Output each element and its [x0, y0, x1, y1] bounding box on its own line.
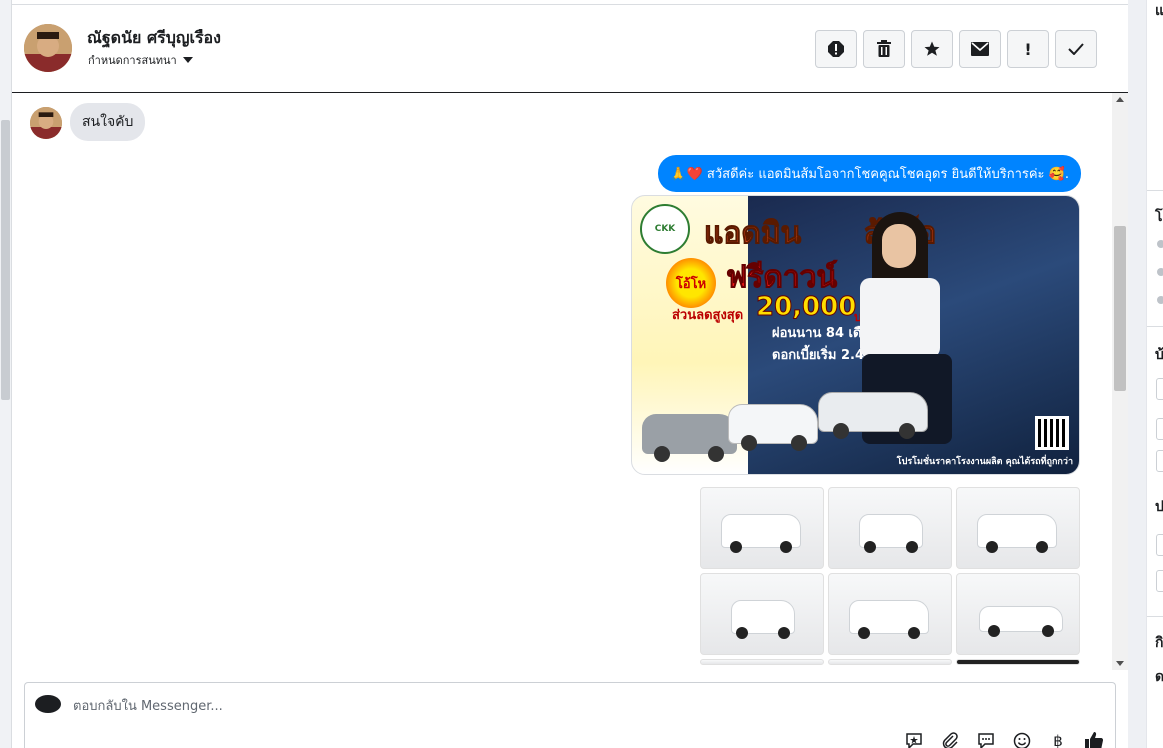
composer-toolbar: ฿ — [903, 731, 1105, 748]
promo-burst-badge: โอ้โห — [666, 258, 716, 308]
panel-item-icon — [1157, 240, 1163, 248]
car-sedan-icon — [642, 414, 737, 462]
car-photo-thumbnail[interactable] — [956, 659, 1080, 665]
saved-reply-button[interactable] — [903, 731, 925, 748]
envelope-icon — [971, 42, 989, 56]
assign-conversation-label: กำหนดการสนทนา — [88, 54, 177, 67]
scroll-down-arrow-icon[interactable] — [1116, 661, 1124, 666]
mark-done-button[interactable] — [1055, 30, 1097, 68]
avatar-photo-icon — [30, 107, 62, 139]
panel-field[interactable] — [1156, 570, 1163, 592]
thread-scrollbar-thumb[interactable] — [1114, 226, 1126, 391]
page-logo-avatar — [35, 695, 61, 713]
thumbs-up-icon — [1085, 732, 1104, 748]
promo-footer-text: โปรโมชั่นราคาโรงงานผลิต คุณได้รถที่ถูกกว… — [896, 457, 1073, 467]
payment-request-button[interactable]: ฿ — [1047, 731, 1069, 748]
conversation-actions: ! — [815, 30, 1097, 68]
dealer-logo: CKK — [640, 204, 690, 254]
mark-unread-button[interactable] — [959, 30, 1001, 68]
car-photo-thumbnail[interactable] — [700, 573, 824, 655]
paperclip-icon — [942, 732, 958, 748]
panel-field[interactable] — [1156, 378, 1163, 400]
panel-heading: โ — [1155, 209, 1163, 225]
saved-reply-icon — [906, 733, 922, 748]
smiley-icon — [1013, 732, 1031, 748]
star-icon — [924, 41, 940, 56]
conversation-header: ณัฐดนัย ศรีบุญเรือง กำหนดการสนทนา ! — [12, 4, 1128, 93]
car-pickup-icon — [728, 404, 818, 451]
report-spam-button[interactable] — [815, 30, 857, 68]
promo-image-attachment[interactable]: CKK แอดมิน ส้มโอ โอ้โห ฟรีดาวน์ ส่วนลดสู… — [631, 195, 1080, 475]
panel-text: ด — [1155, 666, 1163, 688]
emoji-button[interactable] — [1011, 731, 1033, 748]
baht-icon: ฿ — [1053, 732, 1063, 748]
panel-item-icon — [1157, 296, 1163, 304]
thread-scrollbar[interactable] — [1112, 93, 1128, 670]
inbox-window: ณัฐดนัย ศรีบุญเรือง กำหนดการสนทนา ! สนใจ… — [0, 0, 1163, 748]
right-panel-gutter — [1128, 0, 1146, 748]
promo-title: แอดมิน — [703, 216, 802, 252]
promo-discount-label: ส่วนลดสูงสุด — [672, 308, 744, 323]
car-photo-thumbnail[interactable] — [828, 487, 952, 569]
attach-file-button[interactable] — [939, 731, 961, 748]
outgoing-message-bubble[interactable]: 🙏❤️ สวัสดีค่ะ แอดมินส้มโอจากโชคคูณโชคอุด… — [658, 155, 1081, 192]
contact-name[interactable]: ณัฐดนัย ศรีบุญเรือง — [87, 26, 221, 51]
like-button[interactable] — [1083, 731, 1105, 748]
message-thread[interactable]: สนใจคับ 🙏❤️ สวัสดีค่ะ แอดมินส้มโอจากโชคค… — [12, 93, 1112, 670]
left-panel-edge — [0, 0, 12, 748]
follow-up-button[interactable]: ! — [1007, 30, 1049, 68]
delete-button[interactable] — [863, 30, 905, 68]
exclamation-icon: ! — [1024, 39, 1032, 59]
trash-icon — [877, 40, 891, 57]
photo-album-grid — [700, 487, 1080, 665]
reply-input[interactable] — [73, 695, 773, 717]
checkmark-icon — [1068, 43, 1084, 55]
assign-conversation-dropdown[interactable]: กำหนดการสนทนา — [88, 51, 193, 69]
car-photo-thumbnail[interactable] — [956, 573, 1080, 655]
qr-code-icon — [1035, 416, 1069, 450]
panel-field[interactable] — [1156, 534, 1163, 556]
left-scrollbar-thumb[interactable] — [1, 120, 10, 400]
panel-heading: ป — [1155, 496, 1163, 518]
panel-heading: บ้ — [1155, 344, 1163, 366]
panel-heading: กิ — [1155, 635, 1163, 651]
sender-avatar — [30, 107, 62, 139]
car-truck-icon — [818, 392, 928, 439]
contact-avatar[interactable] — [24, 24, 72, 72]
incoming-message-bubble[interactable]: สนใจคับ — [70, 103, 146, 141]
panel-field[interactable] — [1156, 450, 1163, 472]
contact-info-panel: แ โ บ้ ป กิ ด — [1146, 0, 1163, 748]
star-button[interactable] — [911, 30, 953, 68]
reply-composer: ฿ — [24, 682, 1116, 748]
message-template-button[interactable] — [975, 731, 997, 748]
caret-down-icon — [182, 57, 193, 63]
scroll-up-arrow-icon[interactable] — [1116, 97, 1124, 102]
car-photo-thumbnail[interactable] — [956, 487, 1080, 569]
avatar-photo-icon — [24, 24, 72, 72]
car-photo-thumbnail[interactable] — [700, 487, 824, 569]
car-photo-thumbnail[interactable] — [828, 573, 952, 655]
alert-octagon-icon — [828, 41, 844, 57]
panel-item-icon — [1157, 268, 1163, 276]
car-photo-thumbnail[interactable] — [700, 659, 824, 665]
panel-field[interactable] — [1156, 418, 1163, 440]
car-photo-thumbnail[interactable] — [828, 659, 952, 665]
panel-heading: แ — [1155, 0, 1163, 22]
chat-bubble-icon — [978, 733, 994, 748]
